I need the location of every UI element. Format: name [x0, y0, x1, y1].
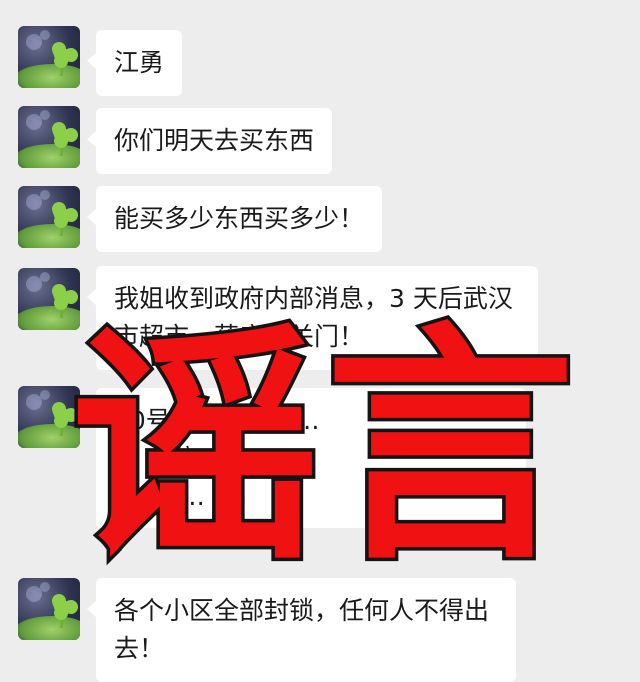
message-text: 江勇 — [114, 48, 165, 77]
message-text-line: 10号 … 政军接 … — [114, 406, 320, 435]
avatar-clover-icon[interactable] — [18, 386, 80, 448]
message-text-line: … 单位 … — [114, 444, 230, 473]
message-bubble[interactable]: 各个小区全部封锁，任何人不得出 去！ — [87, 578, 516, 682]
message-text: 你们明天去买东西 — [114, 126, 315, 155]
message-bubble[interactable]: 能买多少东西买多少！ — [86, 186, 383, 252]
message-text-line: 各个小区全部封锁，任何人不得出 — [114, 596, 490, 625]
avatar-clover-icon[interactable] — [18, 578, 80, 640]
message-bubble[interactable]: 你们明天去买东西 — [86, 108, 333, 174]
message-bubble[interactable]: 我姐收到政府内部消息，3 天后武汉 市超市、药店、关门！ — [87, 266, 538, 370]
message-text-line: … 回 … — [114, 482, 205, 511]
chat-window: 江勇 你们明天去买东西 能买多少东西买多少！ 我姐收到政府内部消息，3 天后武汉… — [0, 0, 640, 682]
avatar-clover-icon[interactable] — [18, 106, 80, 168]
message-text-line: 去！ — [114, 634, 165, 663]
message-text-line: 我姐收到政府内部消息，3 天后武汉 — [114, 284, 513, 313]
avatar-clover-icon[interactable] — [18, 26, 80, 88]
message-text-line: 市超市、药店、关门！ — [114, 322, 365, 351]
message-bubble[interactable]: 江勇 — [86, 30, 183, 96]
avatar-clover-icon[interactable] — [18, 268, 80, 330]
message-text: 能买多少东西买多少！ — [114, 204, 365, 233]
avatar-clover-icon[interactable] — [18, 186, 80, 248]
message-bubble[interactable]: 10号 … 政军接 … … 单位 … … 回 … — [87, 388, 526, 528]
